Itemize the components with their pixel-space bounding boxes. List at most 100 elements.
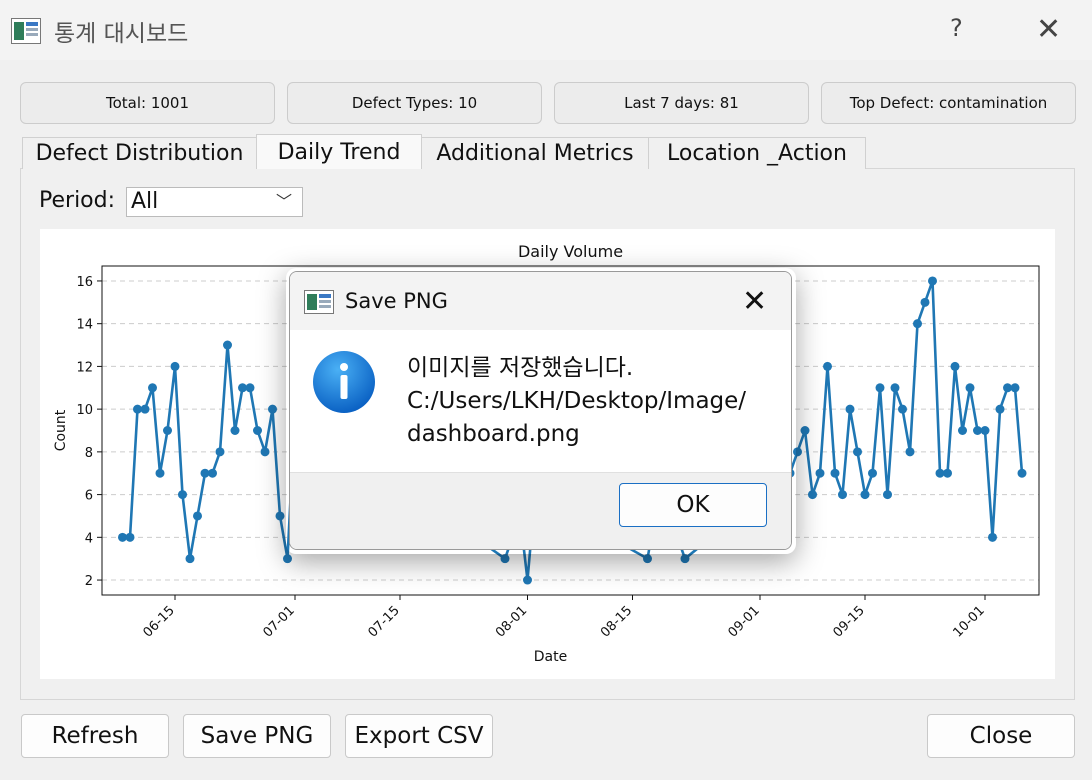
tab-daily-trend[interactable]: Daily Trend	[256, 134, 422, 169]
chart-title: Daily Volume	[518, 242, 623, 261]
x-axis-label: Date	[534, 649, 567, 665]
data-point	[943, 468, 952, 478]
y-tick-label: 4	[85, 531, 93, 546]
data-point	[208, 468, 217, 478]
y-tick-label: 8	[85, 446, 93, 461]
data-point	[230, 426, 240, 435]
data-point	[845, 404, 855, 414]
data-point	[965, 383, 975, 393]
data-point	[1017, 468, 1027, 478]
data-point	[823, 361, 832, 371]
data-point	[215, 447, 225, 457]
data-point	[170, 361, 180, 371]
data-point	[253, 426, 262, 435]
data-point	[283, 554, 292, 564]
data-point	[808, 490, 817, 500]
y-tick-label: 12	[76, 360, 93, 375]
data-point	[883, 490, 892, 500]
data-point	[890, 383, 900, 393]
stat-defect-types: Defect Types: 10	[287, 82, 542, 124]
dialog-title: Save PNG	[345, 289, 448, 313]
period-value: All	[131, 189, 159, 214]
title-bar: 통계 대시보드 ? ✕	[0, 0, 1092, 60]
data-point	[523, 575, 532, 585]
data-point	[155, 468, 165, 478]
app-chart-icon	[304, 290, 334, 314]
y-axis-label: Count	[53, 409, 69, 451]
data-point	[680, 554, 690, 564]
x-tick-label: 08-15	[598, 603, 635, 640]
dialog-close-button[interactable]: ✕	[742, 284, 767, 319]
app-chart-icon	[11, 18, 41, 44]
x-tick-label: 08-01	[493, 603, 530, 640]
chevron-down-icon: ﹀	[275, 192, 292, 211]
data-point	[830, 468, 840, 478]
dialog-body: 이미지를 저장했습니다. C:/Users/LKH/Desktop/Image/…	[290, 330, 791, 472]
data-point	[875, 383, 885, 393]
y-tick-label: 2	[85, 574, 93, 589]
window-title: 통계 대시보드	[54, 21, 189, 47]
y-tick-label: 16	[76, 275, 93, 290]
data-point	[995, 404, 1005, 414]
tab-defect-distribution[interactable]: Defect Distribution	[22, 137, 257, 169]
period-label: Period:	[39, 188, 116, 213]
data-point	[980, 426, 990, 435]
close-button[interactable]: Close	[927, 714, 1075, 758]
tab-additional-metrics[interactable]: Additional Metrics	[421, 137, 649, 169]
stat-total: Total: 1001	[20, 82, 275, 124]
data-point	[905, 447, 915, 457]
data-point	[1010, 383, 1020, 393]
data-point	[275, 511, 285, 521]
data-point	[860, 490, 870, 500]
ok-button[interactable]: OK	[619, 483, 767, 527]
dialog-message: 이미지를 저장했습니다. C:/Users/LKH/Desktop/Image/…	[407, 352, 777, 451]
data-point	[868, 468, 877, 478]
data-point	[185, 554, 195, 564]
dialog-message-line2: C:/Users/LKH/Desktop/Image/	[407, 388, 747, 414]
tab-location-action[interactable]: Location _Action	[648, 137, 866, 169]
data-point	[913, 319, 922, 329]
data-point	[958, 426, 967, 435]
y-tick-label: 6	[85, 489, 93, 504]
save-png-dialog: Save PNG ✕ 이미지를 저장했습니다. C:/Users/LKH/Des…	[289, 271, 792, 550]
data-point	[500, 554, 510, 564]
y-tick-label: 10	[76, 403, 93, 418]
x-tick-label: 10-01	[951, 603, 988, 640]
data-point	[140, 404, 150, 414]
data-point	[815, 468, 825, 478]
data-point	[223, 340, 232, 350]
export-csv-button[interactable]: Export CSV	[345, 714, 493, 758]
data-point	[928, 276, 937, 286]
x-tick-label: 07-15	[366, 603, 403, 640]
save-png-button[interactable]: Save PNG	[183, 714, 331, 758]
data-point	[148, 383, 157, 393]
x-tick-label: 07-01	[261, 603, 298, 640]
refresh-button[interactable]: Refresh	[21, 714, 169, 758]
period-select[interactable]: All ﹀	[126, 187, 303, 217]
data-point	[260, 447, 270, 457]
window-close-button[interactable]: ✕	[1036, 12, 1061, 47]
data-point	[245, 383, 255, 393]
data-point	[950, 361, 960, 371]
data-point	[988, 532, 997, 542]
stat-last-7-days: Last 7 days: 81	[554, 82, 809, 124]
dialog-message-line3: dashboard.png	[407, 421, 580, 447]
data-point	[268, 404, 277, 414]
x-tick-label: 09-15	[831, 603, 868, 640]
data-point	[898, 404, 907, 414]
data-point	[193, 511, 202, 521]
data-point	[838, 490, 847, 500]
dialog-footer: OK	[290, 472, 791, 549]
x-tick-label: 06-15	[141, 603, 178, 640]
help-button[interactable]: ?	[950, 14, 963, 42]
data-point	[178, 490, 187, 500]
data-point	[125, 532, 135, 542]
dialog-message-line1: 이미지를 저장했습니다.	[407, 355, 634, 381]
data-point	[853, 447, 862, 457]
dialog-title-bar: Save PNG ✕	[290, 272, 791, 330]
x-tick-label: 09-01	[726, 603, 763, 640]
y-tick-label: 14	[76, 318, 93, 333]
data-point	[643, 554, 652, 564]
stat-top-defect: Top Defect: contamination	[821, 82, 1076, 124]
data-point	[163, 426, 172, 435]
